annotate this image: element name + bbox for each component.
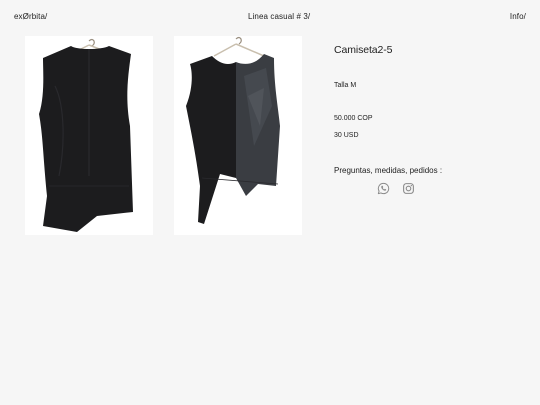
price-usd: 30 USD: [334, 132, 359, 139]
garment-front-photo: [174, 36, 302, 235]
whatsapp-icon: [377, 182, 390, 195]
whatsapp-button[interactable]: [377, 182, 390, 195]
size-label: Talla M: [334, 82, 357, 89]
top-navigation: exØrbita/ Linea casual # 3/ Info/: [14, 12, 526, 26]
garment-back-photo: [25, 36, 153, 235]
brand-link[interactable]: exØrbita/: [14, 12, 47, 21]
product-title: Camiseta2-5: [334, 44, 393, 56]
product-photo-back[interactable]: [25, 36, 153, 235]
product-details: Camiseta2-5 Talla M 50.000 COP 30 USD Pr…: [334, 44, 524, 195]
collection-link[interactable]: Linea casual # 3/: [248, 12, 310, 21]
contact-prompt: Preguntas, medidas, pedidos :: [334, 166, 443, 175]
instagram-icon: [403, 183, 414, 194]
product-photo-front[interactable]: [174, 36, 302, 235]
info-link[interactable]: Info/: [510, 12, 526, 21]
price-cop: 50.000 COP: [334, 115, 373, 122]
instagram-button[interactable]: [402, 182, 415, 195]
